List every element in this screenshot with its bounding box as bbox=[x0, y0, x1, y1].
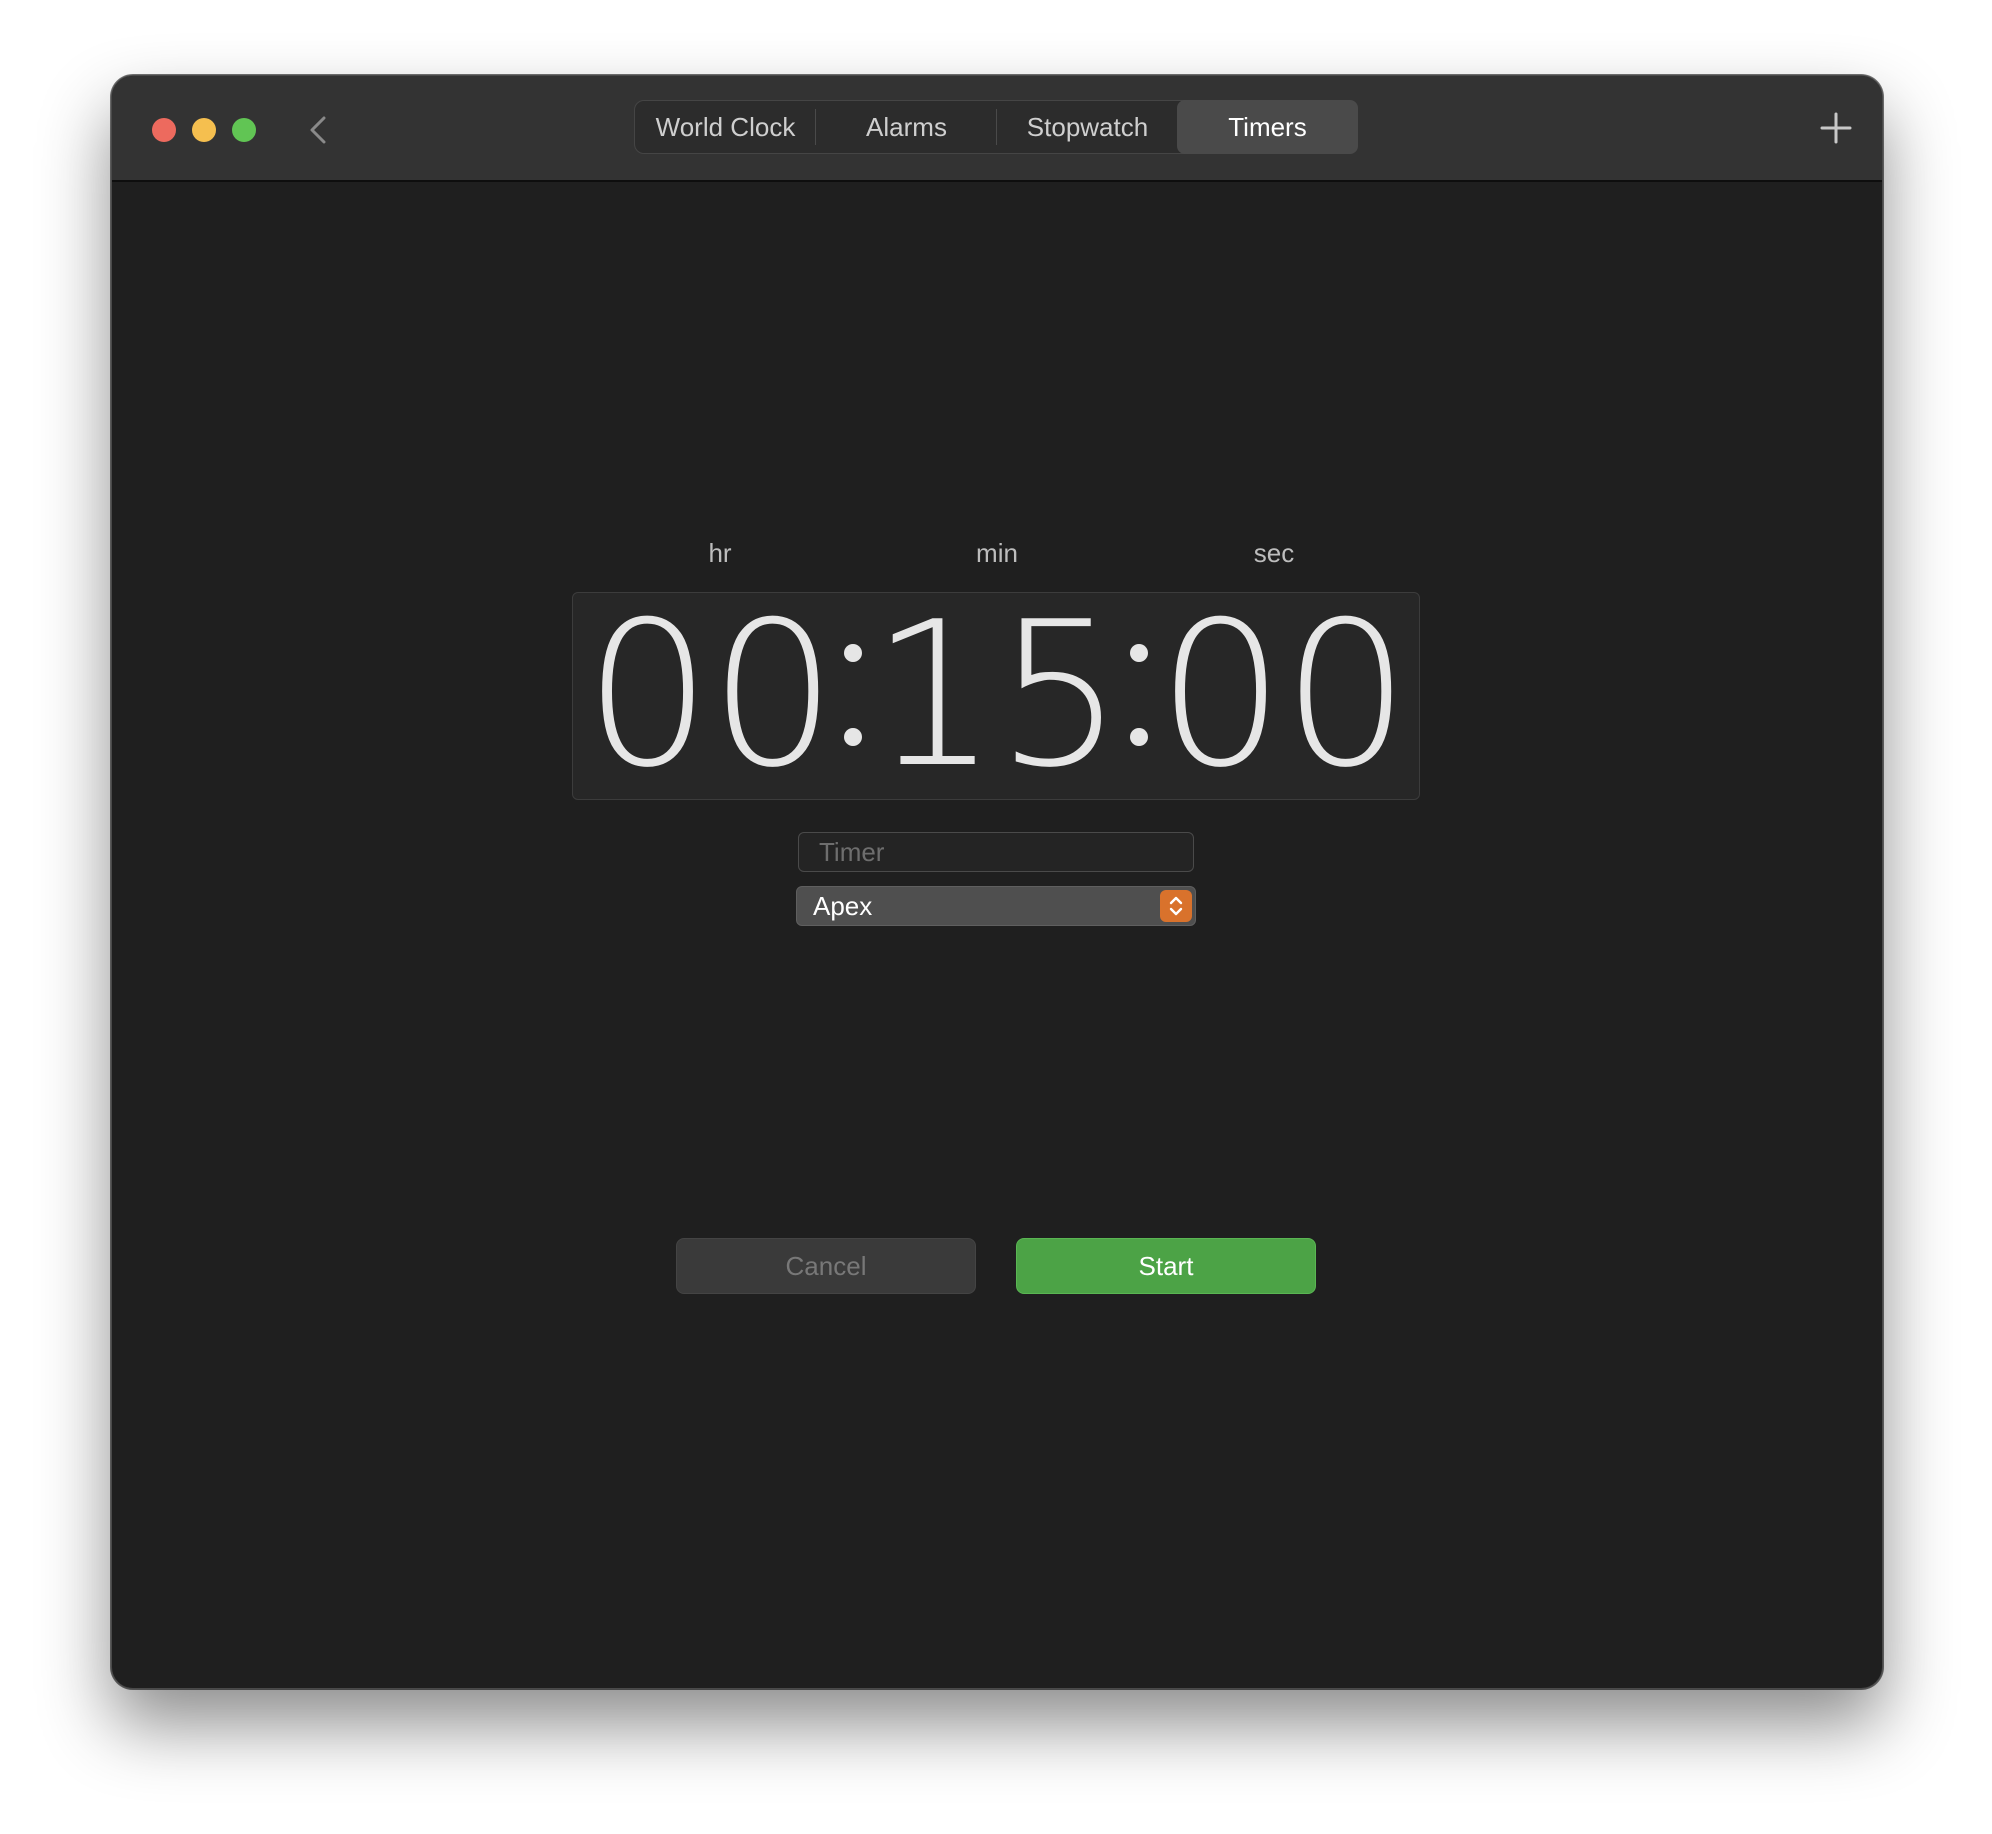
minutes-unit-label: min bbox=[976, 538, 1018, 568]
time-separator bbox=[1121, 616, 1157, 776]
tab-world-clock[interactable]: World Clock bbox=[635, 101, 816, 153]
time-separator bbox=[835, 616, 871, 776]
tab-alarms[interactable]: Alarms bbox=[816, 101, 997, 153]
title-bar: World Clock Alarms Stopwatch Timers bbox=[112, 76, 1882, 182]
back-button[interactable] bbox=[298, 108, 342, 152]
sound-select-value: Apex bbox=[813, 891, 873, 921]
timer-duration-picker[interactable]: 00 15 00 bbox=[572, 592, 1420, 800]
tab-stopwatch[interactable]: Stopwatch bbox=[997, 101, 1178, 153]
hours-unit-label: hr bbox=[708, 538, 732, 568]
timer-label-input[interactable] bbox=[798, 832, 1194, 872]
close-window-button[interactable] bbox=[152, 118, 176, 142]
add-timer-button[interactable] bbox=[1816, 108, 1856, 148]
zoom-window-button[interactable] bbox=[232, 118, 256, 142]
chevron-up-down-icon bbox=[1169, 896, 1183, 916]
hours-value[interactable]: 00 bbox=[584, 596, 836, 796]
cancel-button[interactable]: Cancel bbox=[676, 1238, 976, 1294]
chevron-left-icon bbox=[310, 116, 326, 144]
timer-digits: 00 15 00 bbox=[584, 596, 1409, 796]
minutes-value[interactable]: 15 bbox=[871, 596, 1123, 796]
sound-select[interactable]: Apex bbox=[796, 886, 1196, 926]
minimize-window-button[interactable] bbox=[192, 118, 216, 142]
plus-icon bbox=[1820, 112, 1852, 144]
seconds-value[interactable]: 00 bbox=[1157, 596, 1409, 796]
start-button[interactable]: Start bbox=[1016, 1238, 1316, 1294]
clock-window: World Clock Alarms Stopwatch Timers hr m… bbox=[111, 75, 1883, 1689]
select-stepper[interactable] bbox=[1160, 890, 1192, 922]
tab-timers[interactable]: Timers bbox=[1177, 100, 1358, 154]
view-tab-bar: World Clock Alarms Stopwatch Timers bbox=[634, 100, 1358, 154]
seconds-unit-label: sec bbox=[1253, 538, 1295, 568]
